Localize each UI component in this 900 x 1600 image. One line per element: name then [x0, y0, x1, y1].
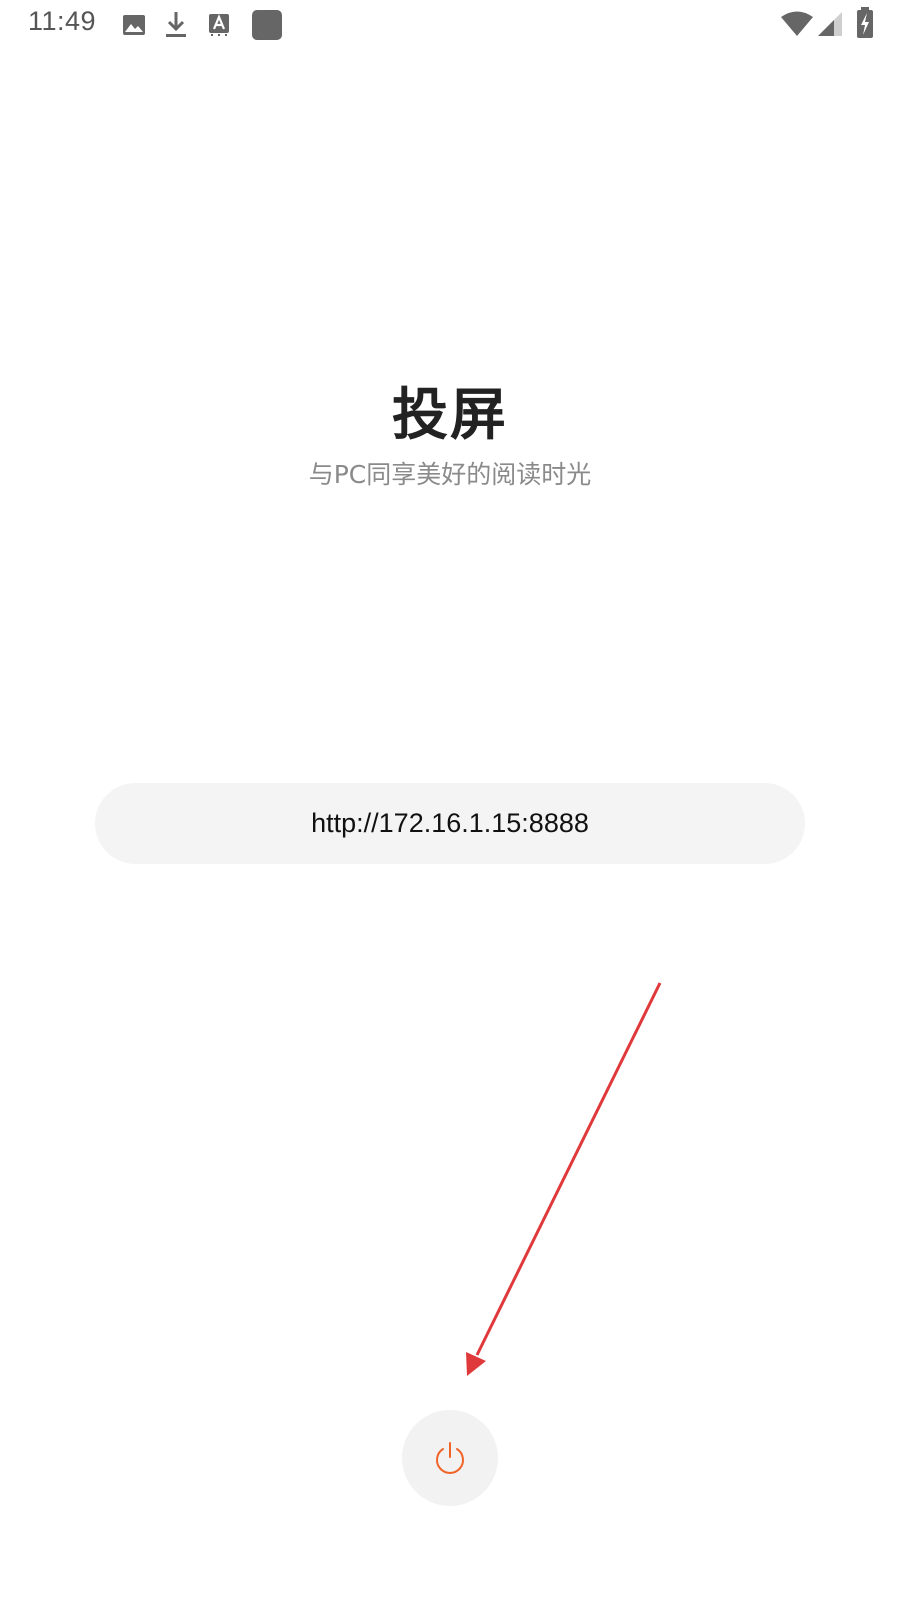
screen: 11:49 投屏 与PC同享美好的阅读时光 http://172.16.1.15… — [0, 0, 900, 1600]
url-text[interactable]: http://172.16.1.15:8888 — [311, 808, 589, 839]
app-square-icon — [251, 9, 283, 41]
image-icon — [122, 13, 146, 37]
page-title: 投屏 — [392, 383, 508, 448]
power-button[interactable] — [402, 1410, 498, 1506]
page-subtitle: 与PC同享美好的阅读时光 — [308, 460, 592, 489]
status-time: 11:49 — [28, 6, 97, 36]
url-display[interactable]: http://172.16.1.15:8888 — [95, 783, 805, 864]
wifi-icon — [780, 11, 814, 37]
signal-icon — [817, 11, 843, 37]
download-icon — [164, 11, 188, 39]
power-icon — [436, 1442, 464, 1474]
battery-charging-icon — [856, 7, 874, 39]
keyboard-a-icon — [208, 13, 230, 37]
status-bar: 11:49 — [0, 0, 900, 50]
